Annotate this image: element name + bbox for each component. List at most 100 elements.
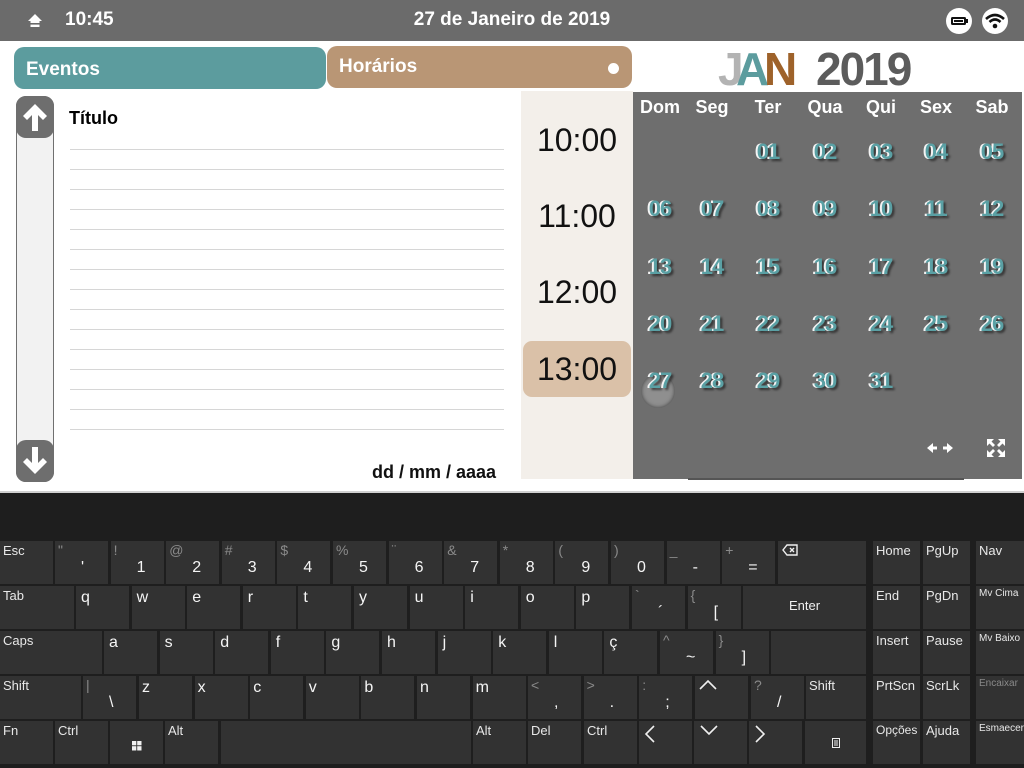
time-slot-selected[interactable]: 13:00 (523, 341, 631, 397)
key-symbol[interactable]: {[ (687, 586, 741, 629)
event-notes-area[interactable] (70, 149, 504, 449)
key-letter[interactable]: l (548, 631, 602, 674)
key-symbol[interactable]: }] (715, 631, 769, 674)
key-backspace[interactable] (778, 541, 866, 584)
events-scrollbar[interactable] (16, 96, 54, 482)
key-ctrl-right[interactable]: Ctrl (584, 721, 637, 764)
key-letter[interactable]: x (194, 676, 248, 719)
calendar-day[interactable]: 13 (638, 254, 682, 280)
calendar-day[interactable]: 03 (859, 139, 903, 165)
calendar-day[interactable]: 26 (970, 311, 1014, 337)
key-number[interactable]: ! 1 (110, 541, 164, 584)
battery-icon[interactable] (946, 8, 972, 34)
key-fn[interactable]: Fn (0, 721, 53, 764)
calendar-day[interactable]: 22 (746, 311, 790, 337)
key-letter[interactable]: m (472, 676, 526, 719)
key-letter[interactable]: e (187, 586, 241, 629)
key-number[interactable]: ¨ 6 (388, 541, 442, 584)
key-letter[interactable]: g (326, 631, 380, 674)
key-symbol[interactable]: ^ ~ (660, 631, 713, 674)
key-letter[interactable]: i (465, 586, 519, 629)
key-letter[interactable]: y (354, 586, 407, 629)
key-number[interactable]: ) 0 (611, 541, 664, 584)
calendar-day[interactable]: 01 (746, 139, 790, 165)
key-letter[interactable]: n (417, 676, 470, 719)
tab-schedules[interactable]: Horários (327, 46, 632, 88)
expand-icon[interactable] (985, 437, 1007, 459)
key-nav[interactable]: Nav (976, 541, 1024, 584)
calendar-day[interactable]: 25 (914, 311, 958, 337)
key-letter[interactable]: q (76, 586, 129, 629)
key-number[interactable]: (9 (555, 541, 609, 584)
key-scrlk[interactable]: ScrLk (923, 676, 970, 719)
key-symbol[interactable]: | \ (83, 676, 136, 719)
scroll-down-button[interactable] (16, 440, 54, 482)
calendar-day-today[interactable]: 27 (638, 368, 682, 394)
key-help[interactable]: Ajuda (923, 721, 970, 764)
key-number[interactable]: #3 (221, 541, 275, 584)
key-number[interactable]: $4 (277, 541, 331, 584)
key-del[interactable]: Del (528, 721, 581, 764)
calendar-day[interactable]: 08 (746, 196, 790, 222)
key-letter[interactable]: v (305, 676, 359, 719)
key-pgup[interactable]: PgUp (923, 541, 970, 584)
calendar-day[interactable]: 18 (914, 254, 958, 280)
key-letter[interactable]: f (270, 631, 324, 674)
key-alt-left[interactable]: Alt (165, 721, 218, 764)
calendar-day[interactable]: 16 (803, 254, 847, 280)
swap-arrows-icon[interactable] (924, 437, 956, 459)
calendar-day[interactable]: 15 (746, 254, 790, 280)
key-letter[interactable]: z (139, 676, 192, 719)
key-dock[interactable]: Encaixar (976, 676, 1024, 719)
key-letter[interactable]: t (298, 586, 352, 629)
calendar-day[interactable]: 24 (859, 311, 903, 337)
key-letter[interactable]: p (576, 586, 630, 629)
key-letter[interactable]: r (242, 586, 296, 629)
key-number[interactable]: _ - (666, 541, 720, 584)
key-options[interactable]: Opções (873, 721, 920, 764)
key-number[interactable]: @2 (166, 541, 220, 584)
calendar-day[interactable]: 06 (638, 196, 682, 222)
calendar-day[interactable]: 14 (690, 254, 734, 280)
key-pause[interactable]: Pause (923, 631, 970, 674)
calendar-day[interactable]: 30 (803, 368, 847, 394)
key-number[interactable]: " ' (55, 541, 108, 584)
key-move-down[interactable]: Mv Baixo (976, 631, 1024, 674)
calendar-day[interactable]: 10 (859, 196, 903, 222)
calendar-day[interactable]: 17 (859, 254, 903, 280)
calendar-day[interactable]: 21 (690, 311, 734, 337)
key-arrow-down[interactable] (694, 721, 747, 764)
calendar-day[interactable]: 04 (914, 139, 958, 165)
key-arrow-right[interactable] (749, 721, 802, 764)
scroll-up-button[interactable] (16, 96, 54, 138)
key-letter[interactable]: ç (604, 631, 658, 674)
calendar-day[interactable]: 23 (803, 311, 847, 337)
key-end[interactable]: End (873, 586, 920, 629)
key-insert[interactable]: Insert (873, 631, 920, 674)
key-letter[interactable]: h (382, 631, 435, 674)
wifi-icon[interactable] (982, 8, 1008, 34)
key-fade[interactable]: Esmaecer (976, 721, 1024, 764)
calendar-day[interactable]: 28 (690, 368, 734, 394)
key-symbol[interactable]: ? / (751, 676, 804, 719)
key-symbol[interactable]: :; (639, 676, 693, 719)
event-date-field[interactable]: dd / mm / aaaa (372, 462, 496, 483)
key-letter[interactable]: c (250, 676, 304, 719)
key-esc[interactable]: Esc (0, 541, 53, 584)
calendar-day[interactable]: 20 (638, 311, 682, 337)
key-letter[interactable]: o (520, 586, 574, 629)
key-menu[interactable] (805, 721, 866, 764)
calendar-day[interactable]: 19 (970, 254, 1014, 280)
key-shift-left[interactable]: Shift (0, 676, 81, 719)
key-arrow-left[interactable] (639, 721, 692, 764)
calendar-day[interactable]: 12 (970, 196, 1014, 222)
key-space[interactable] (221, 721, 471, 764)
key-letter[interactable]: u (409, 586, 463, 629)
key-ctrl-left[interactable]: Ctrl (55, 721, 108, 764)
tab-events[interactable]: Eventos (14, 47, 326, 89)
key-symbol[interactable]: <, (528, 676, 581, 719)
key-letter[interactable]: a (104, 631, 157, 674)
key-number[interactable]: & 7 (444, 541, 498, 584)
key-number[interactable]: % 5 (333, 541, 386, 584)
key-enter-lower[interactable] (771, 631, 866, 674)
